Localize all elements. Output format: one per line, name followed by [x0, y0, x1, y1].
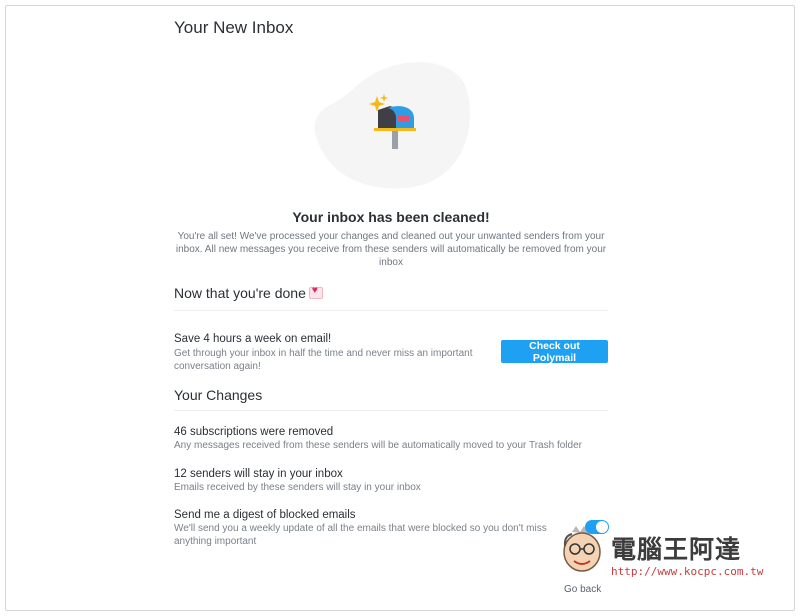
divider — [174, 410, 608, 411]
change-item-description: Emails received by these senders will st… — [174, 482, 421, 493]
toggle-knob — [596, 521, 608, 533]
mailbox-icon — [369, 94, 416, 149]
watermark-title: 電腦王阿達 — [611, 535, 742, 564]
digest-toggle[interactable] — [585, 520, 609, 534]
go-back-link[interactable]: Go back — [564, 584, 601, 595]
digest-setting-title: Send me a digest of blocked emails — [174, 509, 356, 521]
page-title: Your New Inbox — [174, 18, 294, 37]
cleaned-illustration — [310, 58, 475, 190]
change-item-title: 12 senders will stay in your inbox — [174, 468, 343, 480]
promo-title: Save 4 hours a week on email! — [174, 333, 332, 345]
cleaned-heading: Your inbox has been cleaned! — [292, 209, 490, 225]
digest-setting-description: We'll send you a weekly update of all th… — [174, 523, 547, 547]
watermark-url: http://www.kocpc.com.tw — [611, 565, 764, 578]
changes-section-heading: Your Changes — [174, 387, 263, 403]
done-section-heading: Now that you're done — [174, 285, 323, 301]
cleaned-description: You're all set! We've processed your cha… — [175, 231, 607, 268]
promo-description: Get through your inbox in half the time … — [174, 348, 473, 372]
done-heading-text: Now that you're done — [174, 285, 306, 301]
change-item-title: 46 subscriptions were removed — [174, 426, 334, 438]
heart-icon — [308, 285, 323, 299]
divider — [174, 310, 608, 311]
change-item-description: Any messages received from these senders… — [174, 440, 582, 451]
check-out-polymail-button[interactable]: Check out Polymail — [501, 340, 608, 364]
